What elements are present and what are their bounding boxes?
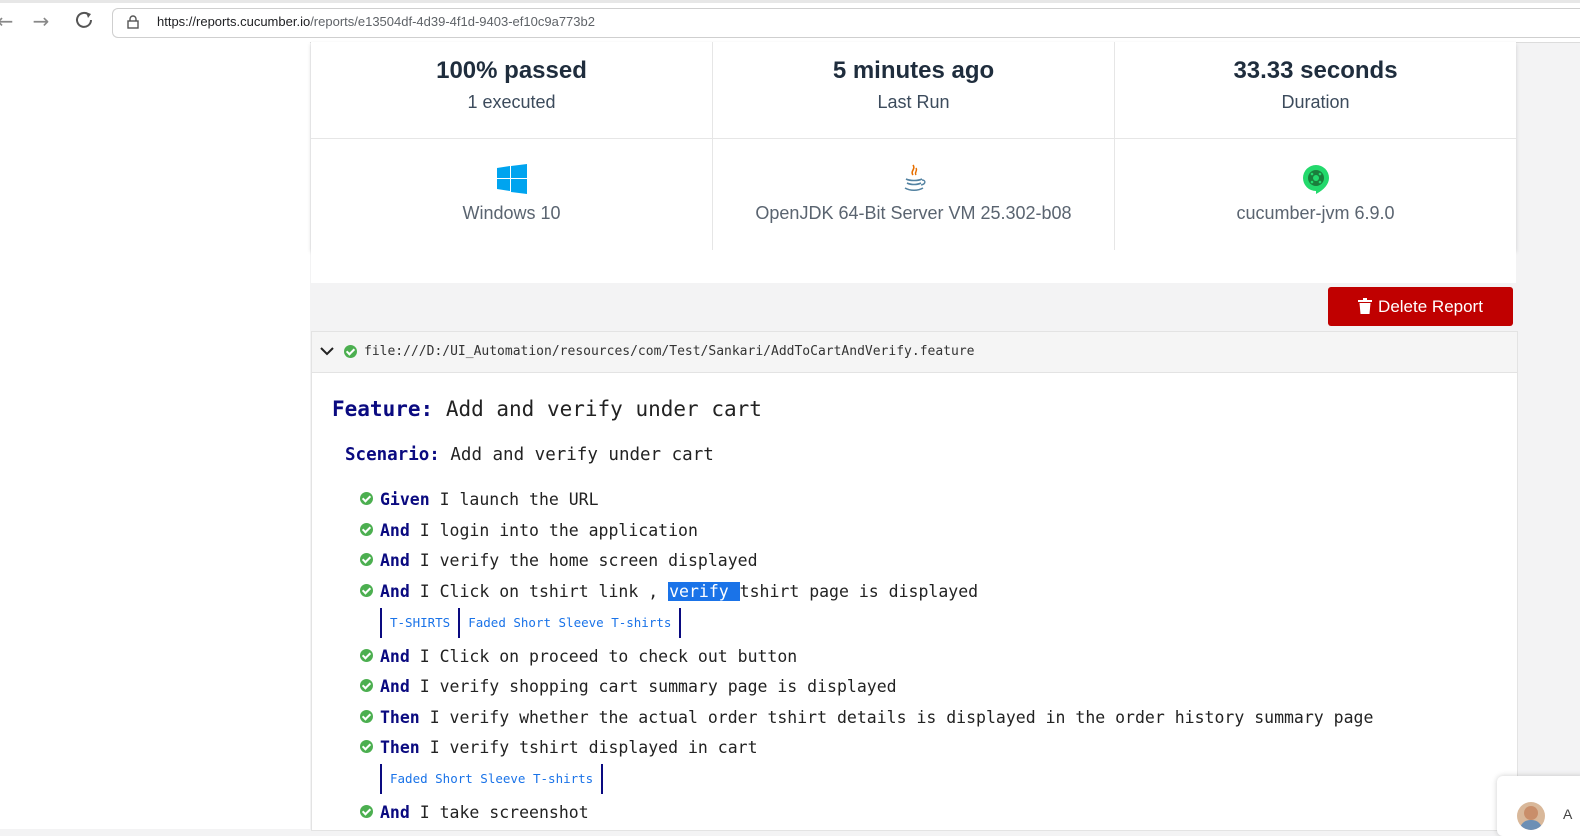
duration-value: 33.33 seconds: [1233, 57, 1398, 84]
chat-widget[interactable]: A: [1497, 776, 1580, 836]
step-keyword: Given: [380, 490, 430, 509]
delete-report-button[interactable]: Delete Report: [1328, 287, 1513, 326]
step-keyword: And: [380, 803, 410, 822]
scenario-title: Scenario: Add and verify under cart: [345, 445, 714, 465]
passed-check-icon: [360, 740, 373, 753]
left-blank-area: [0, 42, 310, 829]
address-bar[interactable]: https://reports.cucumber.io/reports/e135…: [112, 8, 1580, 38]
step-keyword: And: [380, 677, 410, 696]
passed-check-icon: [360, 649, 373, 662]
feature-title: Feature: Add and verify under cart: [332, 397, 762, 421]
feature-keyword: Feature:: [332, 397, 434, 421]
browser-toolbar: ← → https://reports.cucumber.io/reports/…: [0, 0, 1580, 43]
back-icon[interactable]: ←: [0, 10, 16, 32]
os-label: Windows 10: [462, 203, 561, 223]
step-keyword: And: [380, 582, 410, 601]
data-cell: T-SHIRTS: [380, 608, 458, 638]
passed-check-icon: [360, 523, 373, 536]
scenario-keyword: Scenario:: [345, 445, 440, 465]
passed-check-icon: [360, 679, 373, 692]
passed-stat: 100% passed 1 executed: [311, 42, 712, 139]
selected-text: verify: [668, 582, 740, 601]
step-keyword: And: [380, 521, 410, 540]
data-cell: Faded Short Sleeve T-shirts: [380, 764, 604, 794]
forward-icon[interactable]: →: [30, 10, 52, 32]
runtime-label: OpenJDK 64-Bit Server VM 25.302-b08: [755, 203, 1072, 223]
step-keyword: And: [380, 551, 410, 570]
trash-icon: [1358, 298, 1373, 314]
passed-value: 100% passed: [436, 57, 587, 84]
last-run-label: Last Run: [877, 92, 950, 112]
tool-info: cucumber-jvm 6.9.0: [1114, 139, 1516, 250]
java-icon: [904, 164, 926, 192]
step-text: I verify shopping cart summary page is d…: [419, 677, 897, 696]
duration-label: Duration: [1281, 92, 1350, 112]
reload-icon[interactable]: [73, 10, 95, 32]
summary-card: 100% passed 1 executed 5 minutes ago Las…: [311, 42, 1516, 250]
cucumber-icon: [1302, 165, 1329, 194]
passed-check-icon: [360, 805, 373, 818]
passed-check-icon: [360, 553, 373, 566]
passed-check-icon: [360, 492, 373, 505]
step-text: I Click on proceed to check out button: [419, 647, 798, 666]
step-text: I login into the application: [419, 521, 698, 540]
data-table: T-SHIRTS Faded Short Sleeve T-shirts: [380, 608, 682, 638]
passed-check-icon: [344, 345, 357, 358]
feature-file-path: file:///D:/UI_Automation/resources/com/T…: [364, 344, 975, 359]
step-keyword: Then: [380, 738, 420, 757]
step-text: I verify tshirt displayed in cart: [429, 738, 758, 757]
runtime-info: OpenJDK 64-Bit Server VM 25.302-b08: [712, 139, 1114, 250]
delete-report-label: Delete Report: [1378, 297, 1483, 316]
url-text: https://reports.cucumber.io/reports/e135…: [157, 14, 595, 29]
lock-icon: [127, 15, 139, 29]
step-text: I Click on tshirt link ,: [419, 582, 669, 601]
scenario-name: Add and verify under cart: [450, 445, 714, 465]
tab-strip: [0, 0, 1580, 3]
feature-panel: file:///D:/UI_Automation/resources/com/T…: [311, 331, 1518, 831]
executed-value: 1 executed: [467, 92, 556, 112]
step-keyword: Then: [380, 708, 420, 727]
step-text: I take screenshot: [419, 803, 589, 822]
step-text: I verify the home screen displayed: [419, 551, 758, 570]
feature-header[interactable]: file:///D:/UI_Automation/resources/com/T…: [312, 332, 1517, 373]
step-text: I verify whether the actual order tshirt…: [429, 708, 1374, 727]
last-run-stat: 5 minutes ago Last Run: [712, 42, 1114, 139]
data-table: Faded Short Sleeve T-shirts: [380, 764, 604, 794]
step-text: I launch the URL: [439, 490, 599, 509]
step-keyword: And: [380, 647, 410, 666]
os-info: Windows 10: [311, 139, 712, 250]
feature-name: Add and verify under cart: [445, 397, 762, 421]
tool-label: cucumber-jvm 6.9.0: [1236, 203, 1395, 223]
chevron-down-icon[interactable]: [320, 346, 334, 356]
avatar: [1517, 802, 1545, 830]
data-cell: Faded Short Sleeve T-shirts: [458, 608, 682, 638]
windows-icon: [496, 164, 527, 194]
card-footer: [311, 250, 1516, 283]
last-run-value: 5 minutes ago: [832, 57, 995, 84]
step-text: tshirt page is displayed: [739, 582, 979, 601]
passed-check-icon: [360, 584, 373, 597]
passed-check-icon: [360, 710, 373, 723]
chat-label: A: [1563, 806, 1573, 822]
duration-stat: 33.33 seconds Duration: [1114, 42, 1516, 139]
